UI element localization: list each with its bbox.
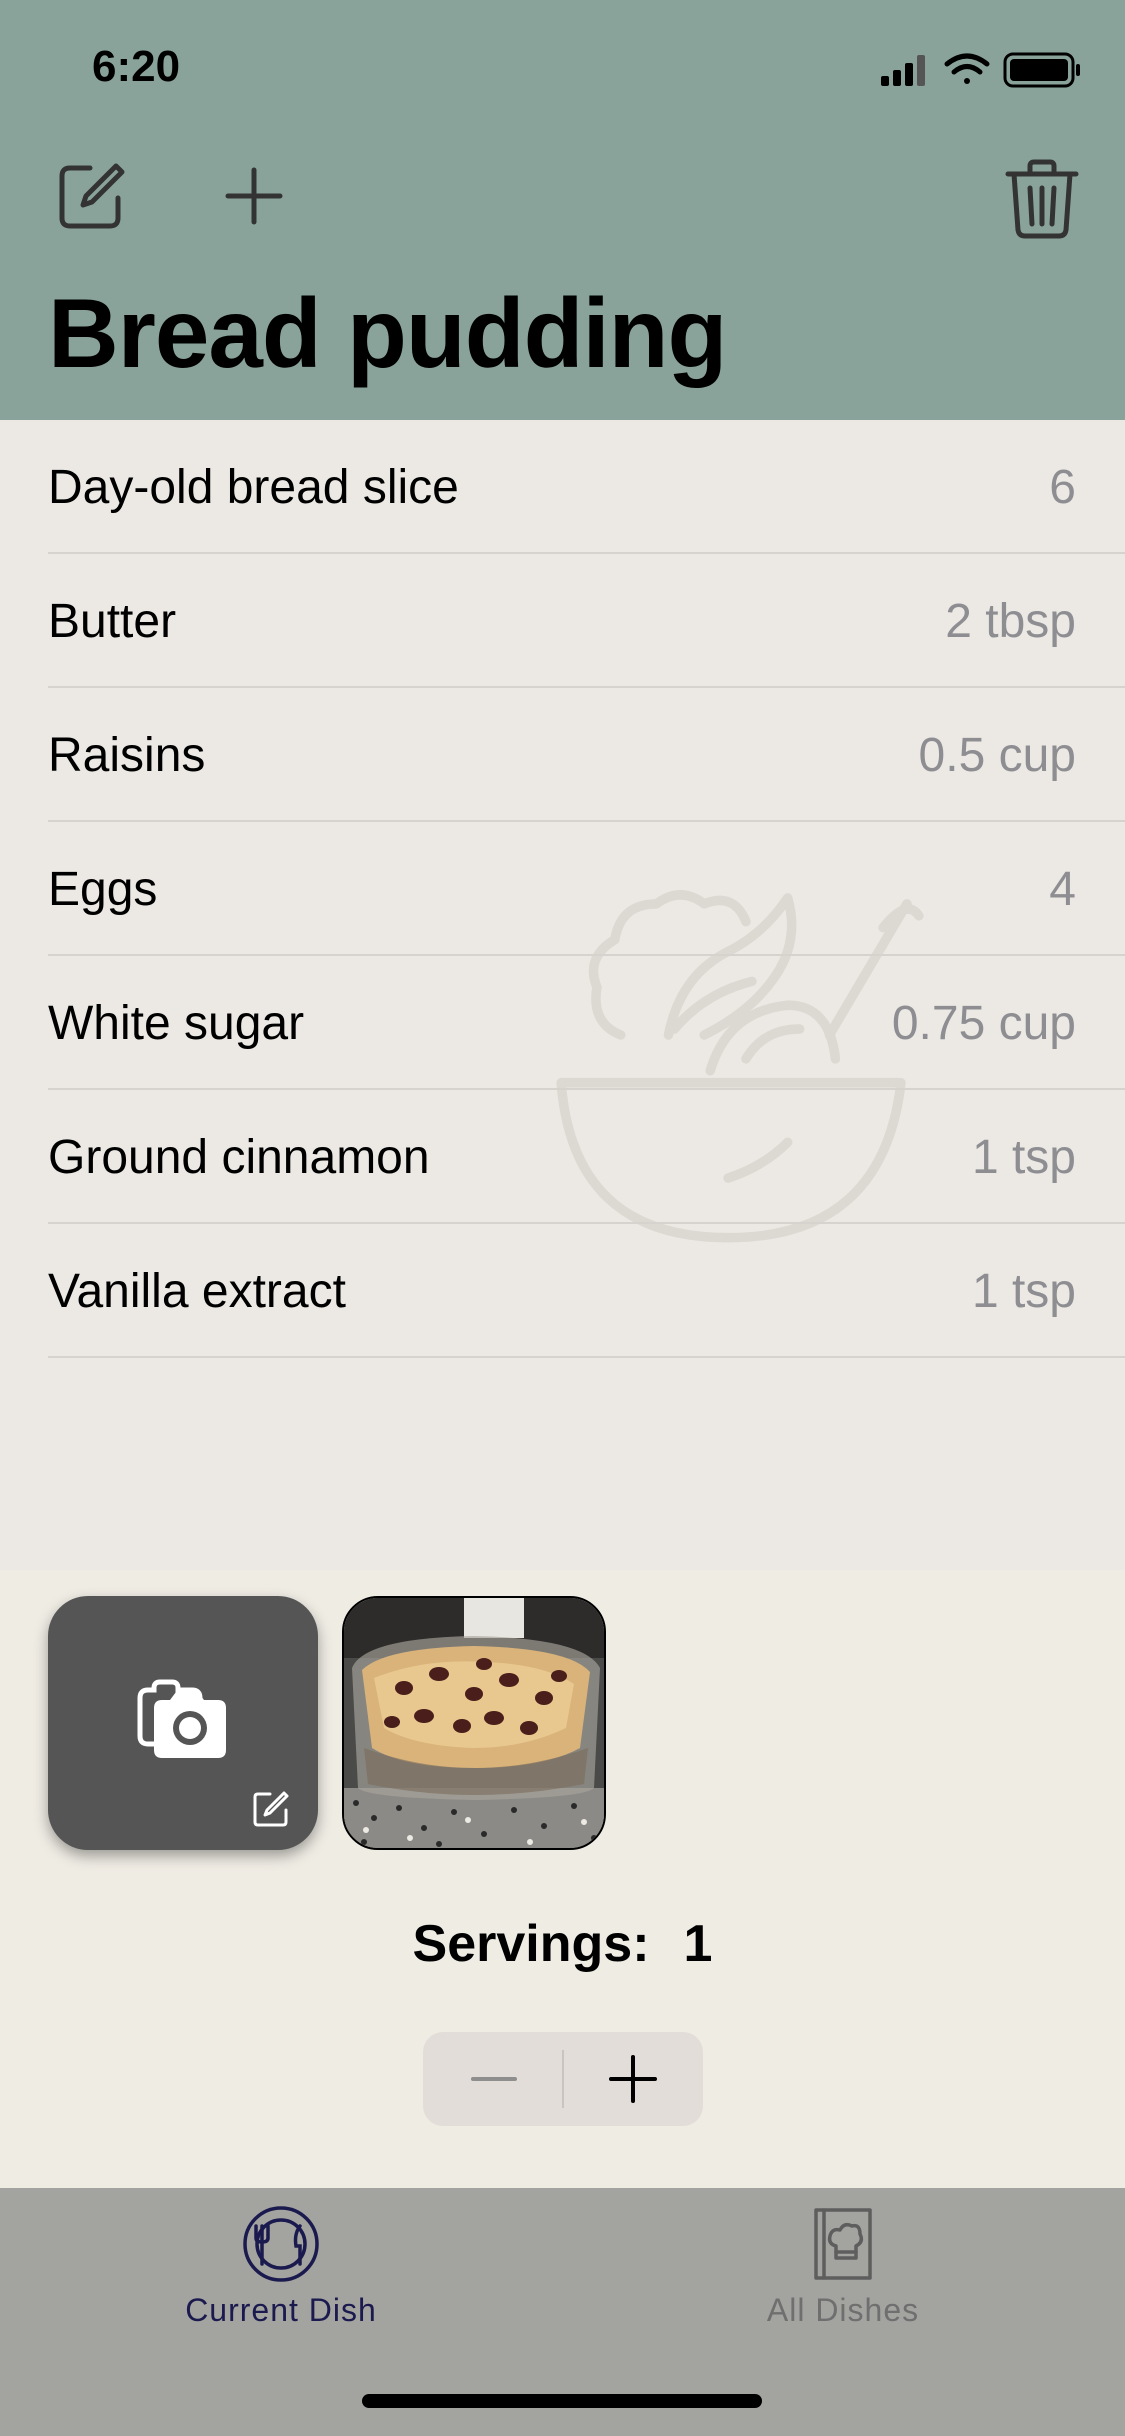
decrement-button[interactable] <box>423 2032 563 2126</box>
page-title: Bread pudding <box>48 278 727 388</box>
servings-display: Servings: 1 <box>0 1914 1125 1974</box>
servings-label: Servings: <box>412 1915 650 1973</box>
tab-all-dishes[interactable]: All Dishes <box>562 2188 1124 2378</box>
ingredient-list: Day-old bread slice 6 Butter 2 tbsp Rais… <box>0 420 1125 1358</box>
ingredient-name: Vanilla extract <box>48 1265 346 1318</box>
delete-dish-button[interactable] <box>1004 158 1080 240</box>
add-photo-button[interactable] <box>48 1596 318 1850</box>
list-item[interactable]: White sugar 0.75 cup <box>48 956 1125 1090</box>
edit-button[interactable] <box>56 160 128 232</box>
edit-photo-icon <box>253 1791 289 1827</box>
plus-icon <box>609 2055 657 2103</box>
tab-label: Current Dish <box>185 2292 377 2328</box>
compose-icon <box>59 163 125 229</box>
list-item[interactable]: Raisins 0.5 cup <box>48 688 1125 822</box>
dish-details-panel: Servings: 1 <box>0 1570 1125 2188</box>
ingredient-name: Raisins <box>48 729 206 782</box>
camera-icon <box>137 1679 226 1758</box>
servings-stepper[interactable] <box>423 2032 703 2126</box>
status-icons <box>881 52 1080 88</box>
dish-photo[interactable] <box>342 1596 606 1850</box>
ingredient-quantity: 2 tbsp <box>945 595 1076 648</box>
status-time: 6:20 <box>92 42 181 91</box>
list-item[interactable]: Ground cinnamon 1 tsp <box>48 1090 1125 1224</box>
list-item[interactable]: Eggs 4 <box>48 822 1125 956</box>
bread-pudding-image <box>344 1598 604 1848</box>
plate-utensils-icon <box>243 2206 319 2282</box>
tab-current-dish[interactable]: Current Dish <box>0 2188 562 2378</box>
ingredient-quantity: 0.5 cup <box>918 729 1076 782</box>
ingredient-quantity: 0.75 cup <box>891 997 1076 1050</box>
ingredient-name: Ground cinnamon <box>48 1131 430 1184</box>
ingredient-quantity: 1 tsp <box>971 1265 1076 1318</box>
list-item[interactable]: Vanilla extract 1 tsp <box>48 1224 1125 1358</box>
battery-icon <box>1003 52 1080 88</box>
list-item[interactable]: Day-old bread slice 6 <box>48 420 1125 554</box>
ingredient-name: Butter <box>48 595 177 648</box>
list-item[interactable]: Butter 2 tbsp <box>48 554 1125 688</box>
add-ingredient-button[interactable] <box>218 160 290 232</box>
home-indicator <box>362 2394 762 2408</box>
trash-icon <box>1005 159 1079 239</box>
plus-icon <box>225 167 283 225</box>
ingredient-quantity: 1 tsp <box>971 1131 1076 1184</box>
navigation-header: 6:20 Bread pudding <box>0 0 1125 420</box>
ingredient-name: Day-old bread slice <box>48 461 459 514</box>
ingredient-name: Eggs <box>48 863 158 916</box>
ingredient-quantity: 6 <box>1049 461 1076 514</box>
tab-label: All Dishes <box>766 2292 920 2328</box>
ingredient-name: White sugar <box>48 997 305 1050</box>
cookbook-icon <box>814 2208 872 2280</box>
increment-button[interactable] <box>563 2032 703 2126</box>
servings-value: 1 <box>683 1915 713 1973</box>
wifi-icon <box>944 53 990 84</box>
cellular-signal-icon <box>881 55 925 86</box>
ingredient-quantity: 4 <box>1049 863 1076 916</box>
